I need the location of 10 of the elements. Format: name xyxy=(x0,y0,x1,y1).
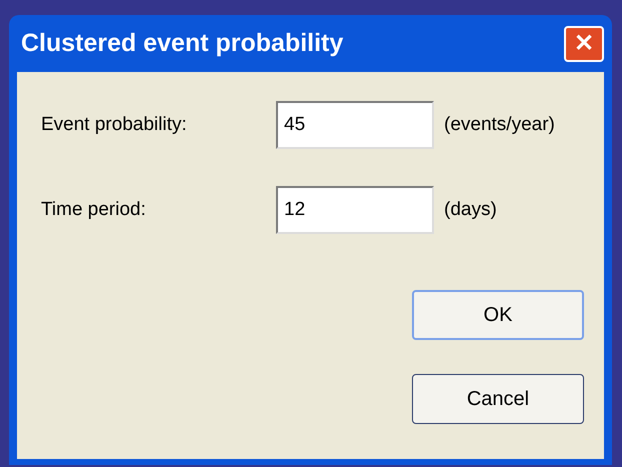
ok-button[interactable]: OK xyxy=(412,290,584,340)
input-field[interactable]: 12 xyxy=(276,186,434,234)
close-button[interactable]: ✕ xyxy=(564,26,604,62)
field-label: Event probability: xyxy=(41,112,188,137)
unit-label: (events/year) xyxy=(444,112,555,137)
field-label: Time period: xyxy=(41,198,147,222)
unit-label: (days) xyxy=(444,198,497,222)
cancel-button[interactable]: Cancel xyxy=(412,374,584,424)
input-field[interactable]: 45 xyxy=(276,101,434,149)
window-title: Clustered event probability xyxy=(21,28,344,59)
